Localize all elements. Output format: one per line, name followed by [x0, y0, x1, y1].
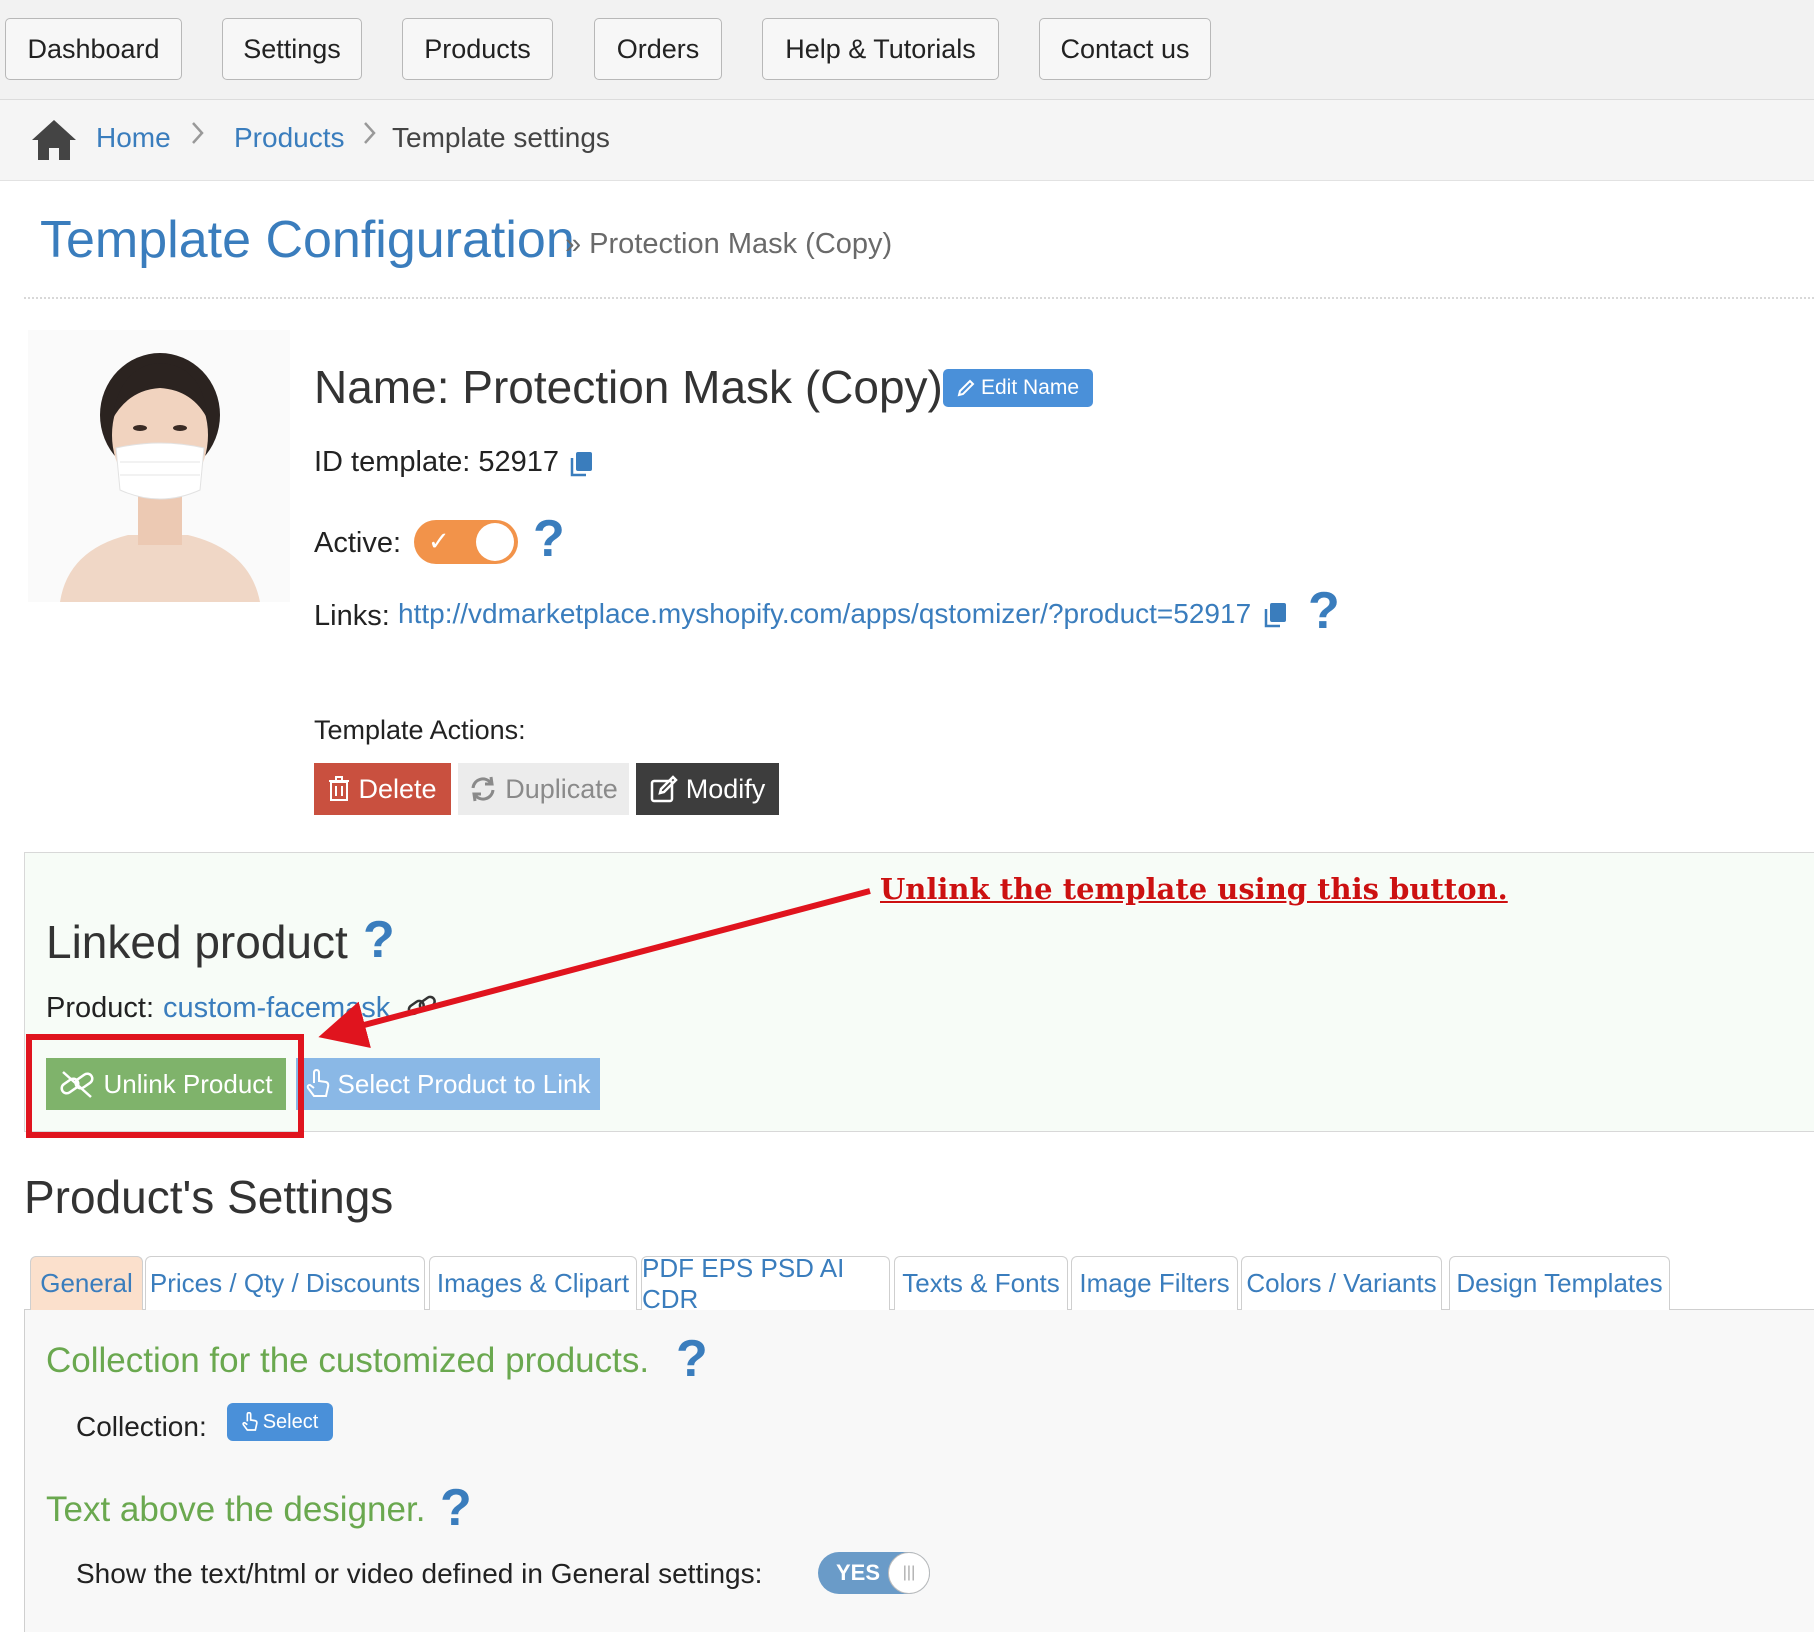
- nav-dashboard[interactable]: Dashboard: [5, 18, 182, 80]
- collection-heading: Collection for the customized products.: [46, 1341, 650, 1380]
- tab-colors-variants[interactable]: Colors / Variants: [1241, 1256, 1442, 1310]
- home-icon[interactable]: [30, 118, 78, 162]
- help-icon[interactable]: ?: [676, 1333, 708, 1385]
- template-id: ID template: 52917: [314, 446, 560, 478]
- tab-design-templates[interactable]: Design Templates: [1449, 1256, 1670, 1310]
- select-product-label: Select Product to Link: [337, 1068, 591, 1099]
- toggle-grip-icon: |||: [888, 1552, 930, 1594]
- breadcrumb-current: Template settings: [392, 122, 610, 153]
- nav-orders[interactable]: Orders: [594, 18, 722, 80]
- copy-icon[interactable]: [1262, 601, 1288, 629]
- breadcrumb-separator: [190, 120, 206, 154]
- tab-texts-fonts[interactable]: Texts & Fonts: [894, 1256, 1068, 1310]
- tab-prices-qty-discounts[interactable]: Prices / Qty / Discounts: [145, 1256, 425, 1310]
- chevron-right-icon: [364, 122, 376, 144]
- select-product-to-link-button[interactable]: Select Product to Link: [296, 1058, 600, 1110]
- active-toggle[interactable]: ✓: [414, 520, 518, 564]
- delete-button[interactable]: Delete: [314, 763, 451, 815]
- product-label: Product:: [46, 992, 154, 1024]
- settings-title: Product's Settings: [24, 1171, 394, 1223]
- template-name: Name: Protection Mask (Copy): [314, 361, 943, 413]
- nav-products[interactable]: Products: [402, 18, 553, 80]
- collection-label: Collection:: [76, 1411, 207, 1442]
- modify-button[interactable]: Modify: [636, 763, 779, 815]
- hand-pointer-icon: [242, 1412, 258, 1431]
- trash-icon: [329, 776, 350, 801]
- linked-product-link[interactable]: custom-facemask: [163, 992, 390, 1025]
- breadcrumb: Home Products Template settings: [0, 100, 1814, 181]
- toggle-knob: [476, 523, 514, 561]
- link-icon: [407, 995, 436, 1016]
- linked-product-title: Linked product: [46, 916, 348, 968]
- refresh-icon: [471, 776, 495, 802]
- nav-help-tutorials[interactable]: Help & Tutorials: [762, 18, 999, 80]
- tab-images-clipart[interactable]: Images & Clipart: [429, 1256, 637, 1310]
- collection-select-label: Select: [262, 1410, 319, 1433]
- page-subtitle: » Protection Mask (Copy): [565, 228, 893, 260]
- edit-icon: [650, 775, 678, 803]
- tab-pdf-eps-psd-ai-cdr[interactable]: PDF EPS PSD AI CDR: [641, 1253, 890, 1314]
- template-link[interactable]: http://vdmarketplace.myshopify.com/apps/…: [398, 598, 1251, 630]
- tab-image-filters[interactable]: Image Filters: [1071, 1256, 1238, 1310]
- help-icon[interactable]: ?: [533, 513, 565, 565]
- nav-settings[interactable]: Settings: [222, 18, 362, 80]
- highlight-box: [26, 1034, 304, 1138]
- show-text-toggle[interactable]: YES |||: [818, 1552, 930, 1594]
- template-actions-label: Template Actions:: [314, 715, 526, 745]
- modify-label: Modify: [685, 773, 766, 804]
- duplicate-button[interactable]: Duplicate: [458, 763, 629, 815]
- product-image: [28, 330, 290, 602]
- text-above-designer-heading: Text above the designer.: [46, 1490, 426, 1529]
- edit-name-label: Edit Name: [980, 376, 1080, 399]
- help-icon[interactable]: ?: [440, 1482, 472, 1534]
- help-icon[interactable]: ?: [363, 914, 395, 966]
- top-nav: Dashboard Settings Products Orders Help …: [0, 0, 1814, 100]
- toggle-yes-label: YES: [836, 1560, 881, 1585]
- help-icon[interactable]: ?: [1308, 585, 1340, 637]
- hand-pointer-icon: [306, 1069, 329, 1097]
- page-title: Template Configuration: [40, 211, 575, 269]
- show-text-label: Show the text/html or video defined in G…: [76, 1558, 763, 1589]
- annotation-text: Unlink the template using this button.: [880, 872, 1508, 906]
- delete-label: Delete: [358, 773, 437, 804]
- breadcrumb-products[interactable]: Products: [234, 122, 345, 154]
- breadcrumb-home[interactable]: Home: [96, 122, 171, 154]
- active-label: Active:: [314, 527, 402, 559]
- links-label: Links:: [314, 600, 390, 632]
- duplicate-label: Duplicate: [505, 773, 618, 804]
- collection-select-button[interactable]: Select: [227, 1403, 333, 1441]
- check-icon: ✓: [428, 526, 450, 556]
- copy-icon[interactable]: [568, 450, 594, 478]
- chevron-right-icon: [192, 122, 204, 144]
- breadcrumb-separator: [362, 120, 378, 154]
- nav-contact-us[interactable]: Contact us: [1039, 18, 1211, 80]
- tab-general[interactable]: General: [30, 1256, 143, 1310]
- divider: [24, 297, 1814, 299]
- edit-name-button[interactable]: Edit Name: [943, 369, 1093, 407]
- pencil-icon: [957, 379, 975, 397]
